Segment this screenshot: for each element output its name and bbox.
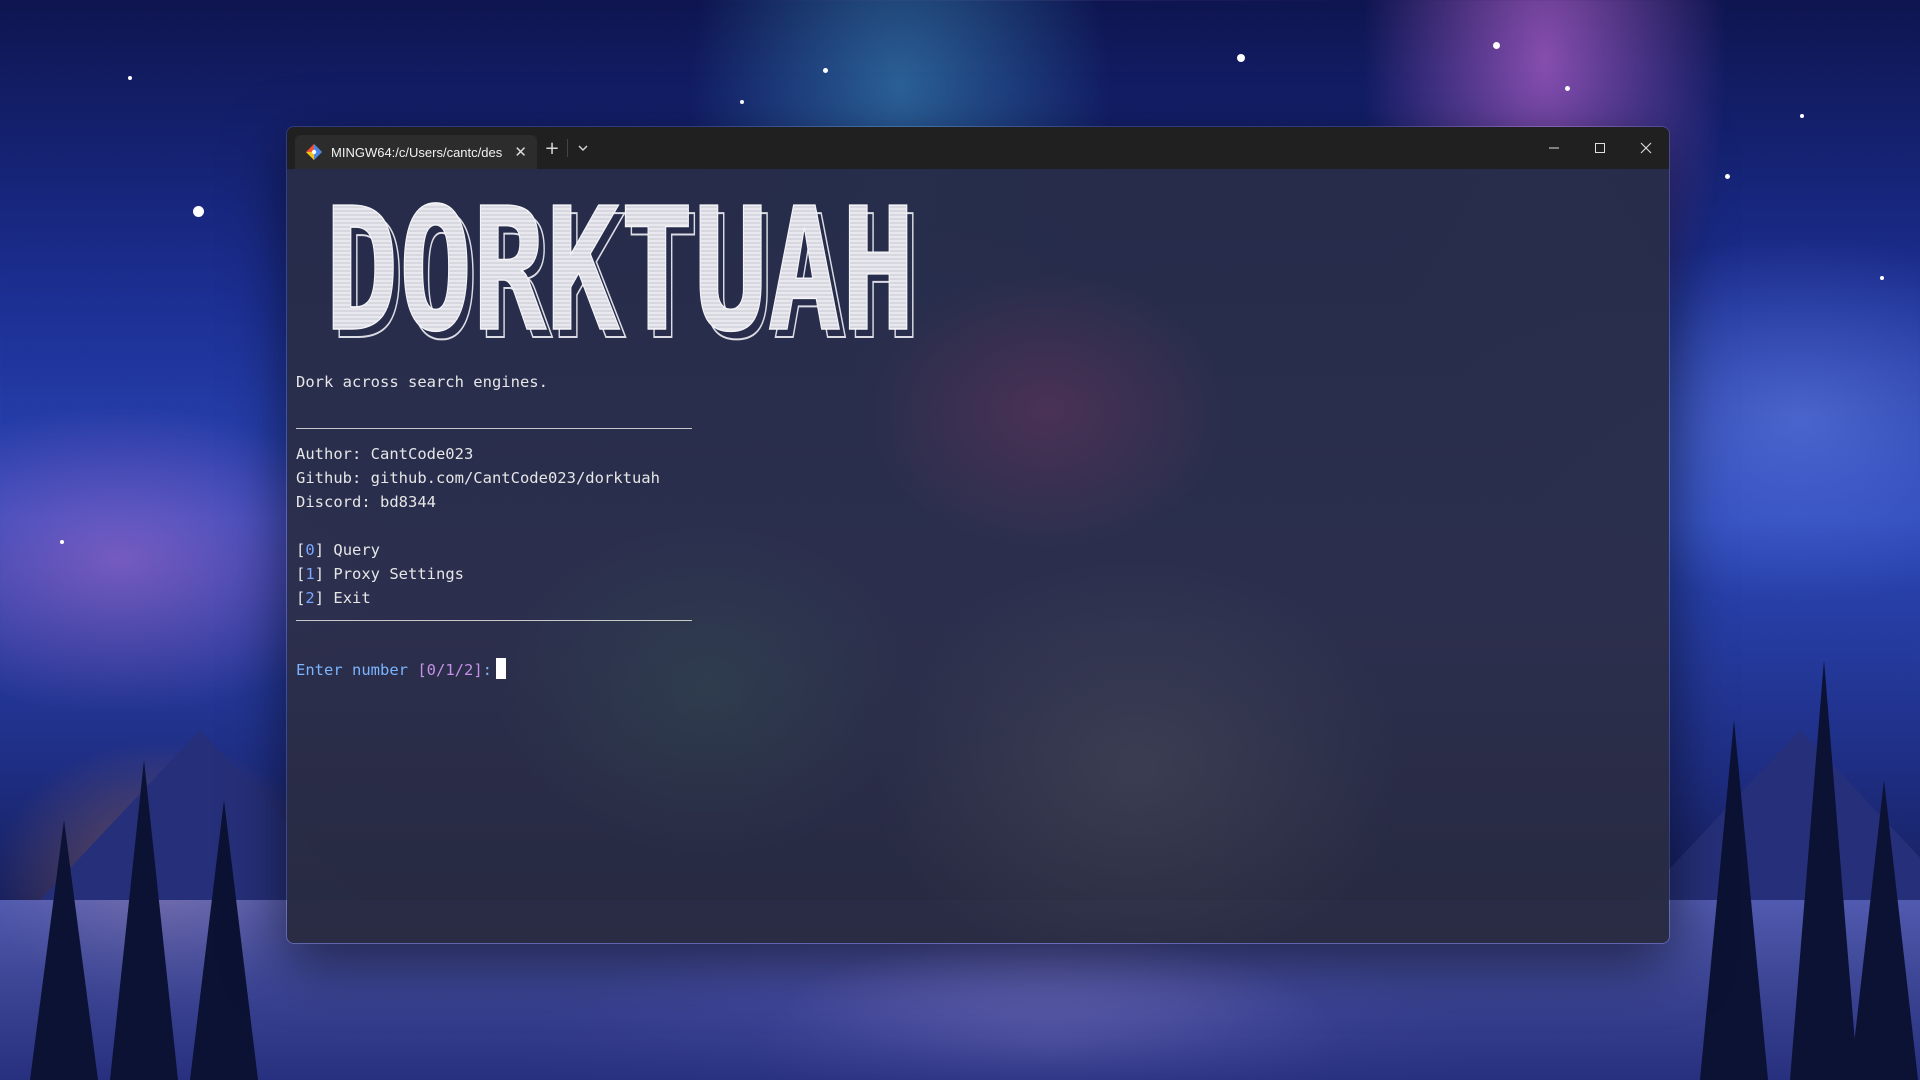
tab-title: MINGW64:/c/Users/cantc/des [331, 144, 503, 160]
close-icon[interactable] [1623, 127, 1669, 169]
ascii-banner: DORKTUAH DORKTUAH [325, 197, 922, 355]
menu-item-exit: [2] Exit [296, 589, 371, 607]
pine-tree [30, 820, 98, 1080]
pine-tree [1790, 660, 1858, 1080]
author-line: Author: CantCode023 [296, 445, 474, 463]
title-bar[interactable]: MINGW64:/c/Users/cantc/des ✕ + [287, 127, 1669, 169]
divider [296, 428, 692, 429]
chevron-down-icon[interactable] [568, 133, 598, 163]
new-tab-button[interactable]: + [537, 133, 567, 163]
terminal-content[interactable]: DORKTUAH DORKTUAH Dork across search eng… [287, 169, 1669, 943]
star [823, 68, 828, 73]
star [1725, 174, 1730, 179]
terminal-window: MINGW64:/c/Users/cantc/des ✕ + DORKTUAH … [286, 126, 1670, 944]
menu-label: Exit [333, 589, 371, 607]
star [1565, 86, 1570, 91]
tab-close-icon[interactable]: ✕ [514, 144, 527, 160]
banner-text: DORKTUAH [325, 197, 915, 355]
star [1237, 54, 1245, 62]
menu-item-proxy-settings: [1] Proxy Settings [296, 565, 465, 583]
pine-tree [1700, 720, 1768, 1080]
star [128, 76, 132, 80]
tagline: Dork across search engines. [296, 373, 548, 391]
star [740, 100, 744, 104]
menu-label: Query [333, 541, 381, 559]
maximize-icon[interactable] [1577, 127, 1623, 169]
github-line: Github: github.com/CantCode023/dorktuah [296, 469, 660, 487]
input-prompt[interactable]: Enter number [0/1/2]: [296, 658, 506, 682]
prompt-text: Enter number [296, 661, 408, 679]
menu-key: 2 [305, 589, 315, 607]
text-cursor [496, 658, 506, 679]
prompt-options: [0/1/2] [417, 661, 483, 679]
star [60, 540, 64, 544]
discord-line: Discord: bd8344 [296, 493, 436, 511]
window-controls [1531, 127, 1669, 169]
terminal-tab[interactable]: MINGW64:/c/Users/cantc/des ✕ [295, 135, 537, 169]
prompt-suffix: : [482, 661, 492, 679]
menu-item-query: [0] Query [296, 541, 381, 559]
git-bash-icon [306, 144, 322, 160]
menu-key: 0 [305, 541, 315, 559]
pine-tree [1850, 780, 1918, 1080]
pine-tree [110, 760, 178, 1080]
pine-tree [190, 800, 258, 1080]
menu-key: 1 [305, 565, 315, 583]
star [193, 206, 204, 217]
menu-label: Proxy Settings [333, 565, 465, 583]
star [1800, 114, 1804, 118]
star [1880, 276, 1884, 280]
divider [296, 620, 692, 621]
star [1493, 42, 1500, 49]
minimize-icon[interactable] [1531, 127, 1577, 169]
